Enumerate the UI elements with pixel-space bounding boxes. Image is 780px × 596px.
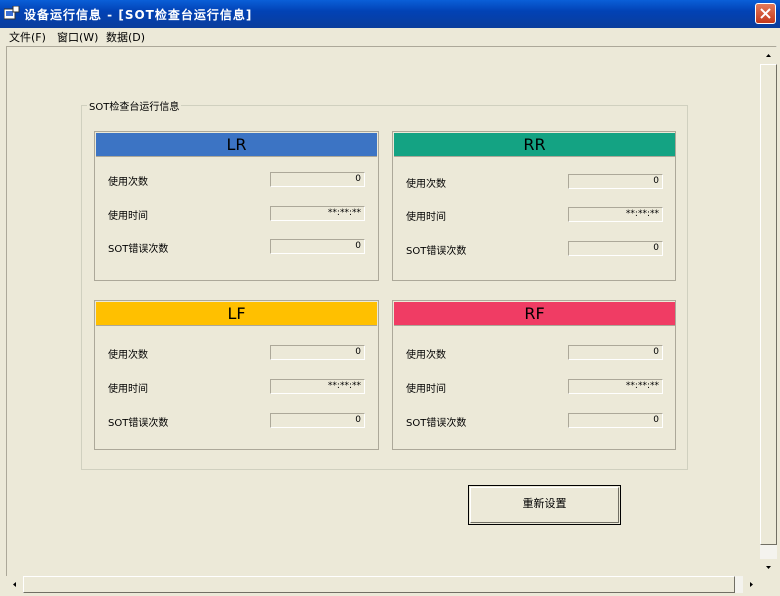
menu-window[interactable]: 窗口(W)	[57, 29, 98, 45]
usage-time-field: **:**:**	[568, 379, 663, 394]
horizontal-scroll-thumb[interactable]	[23, 576, 735, 593]
panel-header-lf: LF	[96, 302, 377, 326]
scroll-up-button[interactable]	[760, 47, 777, 64]
app-icon	[4, 6, 20, 20]
close-icon	[760, 8, 771, 19]
usage-count-label: 使用次数	[406, 179, 446, 190]
usage-time-label: 使用时间	[406, 212, 446, 223]
usage-count-label: 使用次数	[108, 350, 148, 361]
scroll-down-button[interactable]	[760, 559, 777, 576]
usage-time-label: 使用时间	[108, 384, 148, 395]
usage-count-field: 0	[270, 345, 365, 360]
panel-header-lr: LR	[96, 133, 377, 157]
arrow-left-icon	[13, 582, 16, 587]
arrow-down-icon	[766, 566, 771, 569]
menu-data[interactable]: 数据(D)	[106, 29, 145, 45]
app-window: 设备运行信息 - [SOT检查台运行信息] 文件(F) 窗口(W) 数据(D) …	[0, 0, 780, 596]
sot-error-count-label: SOT错误次数	[406, 246, 467, 257]
usage-count-label: 使用次数	[406, 350, 446, 361]
panel-header-rf: RF	[394, 302, 675, 326]
usage-time-field: **:**:**	[270, 379, 365, 394]
usage-count-field: 0	[568, 174, 663, 189]
panel-lf: LF 使用次数 0 使用时间 **:**:** SOT错误次数 0	[94, 300, 379, 450]
window-title: 设备运行信息 - [SOT检查台运行信息]	[24, 8, 253, 22]
usage-time-field: **:**:**	[568, 207, 663, 222]
sot-error-count-field: 0	[270, 239, 365, 254]
sot-error-count-field: 0	[568, 413, 663, 428]
sot-error-count-label: SOT错误次数	[406, 418, 467, 429]
scroll-left-button[interactable]	[6, 576, 23, 593]
reset-button[interactable]: 重新设置	[468, 485, 621, 525]
usage-count-field: 0	[568, 345, 663, 360]
panel-lr: LR 使用次数 0 使用时间 **:**:** SOT错误次数 0	[94, 131, 379, 281]
panel-rr: RR 使用次数 0 使用时间 **:**:** SOT错误次数 0	[392, 131, 676, 281]
vertical-scroll-thumb[interactable]	[760, 64, 777, 545]
sot-error-count-label: SOT错误次数	[108, 244, 169, 255]
scroll-right-button[interactable]	[743, 576, 760, 593]
arrow-up-icon	[766, 54, 771, 57]
panel-header-rr: RR	[394, 133, 675, 157]
menu-file[interactable]: 文件(F)	[9, 29, 46, 45]
usage-count-label: 使用次数	[108, 177, 148, 188]
usage-count-field: 0	[270, 172, 365, 187]
sot-error-count-label: SOT错误次数	[108, 418, 169, 429]
title-bar[interactable]: 设备运行信息 - [SOT检查台运行信息]	[0, 0, 780, 28]
arrow-right-icon	[750, 582, 753, 587]
sot-error-count-field: 0	[568, 241, 663, 256]
scrollbar-corner	[760, 576, 777, 593]
usage-time-label: 使用时间	[406, 384, 446, 395]
usage-time-field: **:**:**	[270, 206, 365, 221]
menu-bar: 文件(F) 窗口(W) 数据(D)	[0, 28, 780, 45]
panel-rf: RF 使用次数 0 使用时间 **:**:** SOT错误次数 0	[392, 300, 676, 450]
close-button[interactable]	[755, 3, 776, 24]
usage-time-label: 使用时间	[108, 211, 148, 222]
sot-error-count-field: 0	[270, 413, 365, 428]
groupbox-label: SOT检查台运行信息	[87, 98, 182, 113]
